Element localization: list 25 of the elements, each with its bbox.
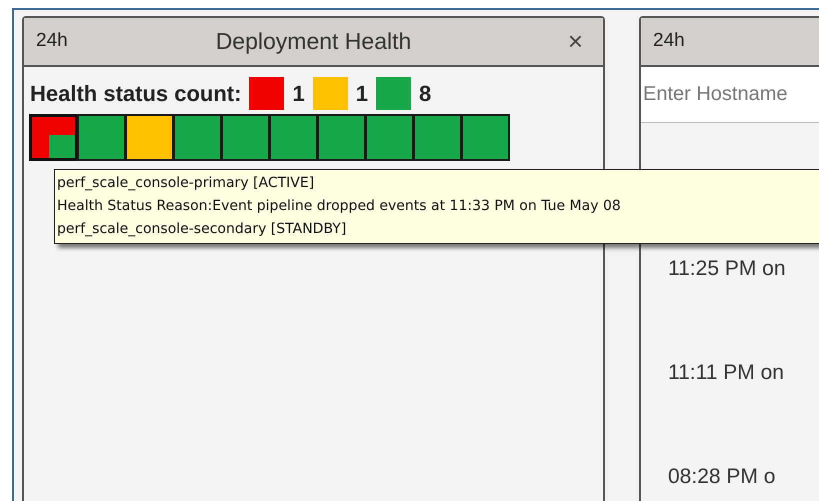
health-cell[interactable]	[461, 114, 510, 161]
tooltip-line: perf_scale_console-secondary [STANDBY]	[57, 220, 348, 239]
panel-title: Deployment Health	[214, 27, 412, 56]
time-range[interactable]: 24h	[653, 27, 685, 56]
event-time: 11:11 PM on	[668, 360, 785, 385]
health-cell[interactable]	[221, 114, 270, 161]
status-count: 8	[418, 80, 432, 108]
health-cell[interactable]	[365, 114, 414, 161]
tooltip-line: Health Status Reason:Event pipeline dropped events at 11:33 PM on Tue May 08	[57, 197, 622, 216]
event-time: 08:28 PM o	[668, 464, 776, 489]
health-cell[interactable]	[269, 114, 318, 161]
status-count: 1	[292, 80, 305, 108]
health-cell[interactable]	[173, 114, 222, 161]
status-count: 1	[356, 80, 368, 108]
health-cell[interactable]	[317, 114, 366, 161]
health-cell[interactable]	[125, 114, 174, 161]
health-cell[interactable]	[413, 114, 462, 161]
tooltip-line: perf_scale_console-primary [ACTIVE]	[57, 174, 316, 193]
event-time: 11:25 PM on	[668, 256, 787, 281]
health-status-label: Health status count:	[30, 80, 242, 108]
health-cell[interactable]	[29, 114, 78, 161]
time-range[interactable]: 24h	[36, 27, 156, 56]
health-cell[interactable]	[77, 114, 126, 161]
hostname-search-field[interactable]: Enter Hostname	[641, 67, 819, 123]
close-button[interactable]: ×	[471, 22, 591, 61]
